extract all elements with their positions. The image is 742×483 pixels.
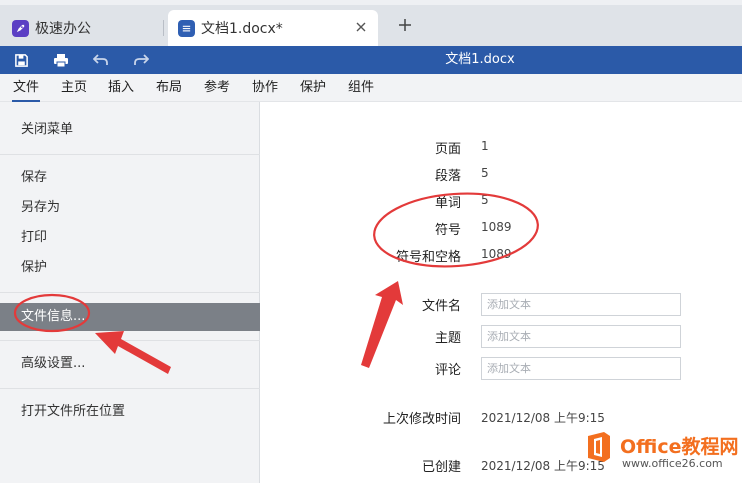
stat-symbols-spaces-value: 1089 — [481, 247, 512, 261]
close-menu-item[interactable]: 关闭菜单 — [0, 116, 260, 144]
menu-file[interactable]: 文件 — [12, 74, 40, 102]
stat-paragraphs-label: 段落 — [434, 169, 461, 184]
tab-document[interactable]: 文档1.docx* — [168, 10, 378, 46]
divider — [0, 340, 260, 341]
divider — [0, 292, 260, 293]
print-item[interactable]: 打印 — [0, 224, 260, 252]
ribbon-menu-bar: 文件 主页 插入 布局 参考 协作 保护 组件 — [0, 74, 742, 102]
last-modified-label: 上次修改时间 — [382, 412, 461, 427]
file-info-panel: 页面 1 段落 5 单词 5 符号 1089 符号和空格 1089 文件名 主题… — [261, 102, 742, 483]
menu-layout[interactable]: 布局 — [155, 74, 183, 102]
save-as-item[interactable]: 另存为 — [0, 194, 260, 222]
menu-insert[interactable]: 插入 — [107, 74, 135, 102]
subject-label: 主题 — [434, 331, 461, 346]
comment-input[interactable] — [481, 357, 681, 380]
open-file-location-item[interactable]: 打开文件所在位置 — [0, 398, 260, 426]
tab-separator — [163, 20, 164, 36]
redo-icon[interactable] — [132, 51, 150, 69]
created-label: 已创建 — [421, 460, 461, 475]
last-modified-value: 2021/12/08 上午9:15 — [481, 411, 605, 425]
watermark-title: Office教程网 — [620, 436, 739, 458]
menu-protect[interactable]: 保护 — [299, 74, 327, 102]
office-logo-icon — [588, 432, 610, 462]
filename-input[interactable] — [481, 293, 681, 316]
menu-home[interactable]: 主页 — [60, 74, 88, 102]
stat-pages-value: 1 — [481, 139, 489, 153]
menu-collaborate[interactable]: 协作 — [251, 74, 279, 102]
file-menu-sidebar: 关闭菜单 保存 另存为 打印 保护 文件信息... 高级设置... 打开文件所在… — [0, 102, 260, 483]
filename-label: 文件名 — [421, 299, 461, 314]
divider — [0, 154, 260, 155]
rocket-icon — [12, 19, 29, 37]
stat-paragraphs-value: 5 — [481, 166, 489, 180]
stat-words-value: 5 — [481, 193, 489, 207]
watermark-url: www.office26.com — [622, 457, 723, 470]
save-item[interactable]: 保存 — [0, 164, 260, 192]
site-watermark: Office教程网 www.office26.com — [578, 428, 742, 483]
menu-plugins[interactable]: 组件 — [347, 74, 375, 102]
add-tab-icon[interactable] — [396, 16, 414, 34]
divider — [0, 388, 260, 389]
advanced-settings-item[interactable]: 高级设置... — [0, 350, 260, 378]
menu-references[interactable]: 参考 — [203, 74, 231, 102]
close-icon[interactable] — [354, 20, 368, 34]
window-top-strip — [0, 0, 742, 5]
subject-input[interactable] — [481, 325, 681, 348]
tab-bar: 极速办公 文档1.docx* — [0, 0, 742, 46]
file-info-item[interactable]: 文件信息... — [0, 303, 260, 331]
comment-label: 评论 — [434, 363, 461, 378]
tab-app-home[interactable]: 极速办公 — [2, 10, 160, 46]
stat-pages-label: 页面 — [434, 142, 461, 157]
document-title: 文档1.docx — [445, 52, 515, 67]
stat-symbols-label: 符号 — [434, 223, 461, 238]
save-icon[interactable] — [12, 51, 30, 69]
document-icon — [178, 19, 195, 37]
tab-label: 文档1.docx* — [201, 21, 283, 37]
stat-symbols-value: 1089 — [481, 220, 512, 234]
print-icon[interactable] — [52, 51, 70, 69]
stat-words-label: 单词 — [434, 196, 461, 211]
undo-icon[interactable] — [92, 51, 110, 69]
title-toolbar: 文档1.docx — [0, 46, 742, 74]
stat-symbols-spaces-label: 符号和空格 — [395, 250, 461, 265]
protect-item[interactable]: 保护 — [0, 254, 260, 282]
tab-label: 极速办公 — [35, 21, 91, 37]
